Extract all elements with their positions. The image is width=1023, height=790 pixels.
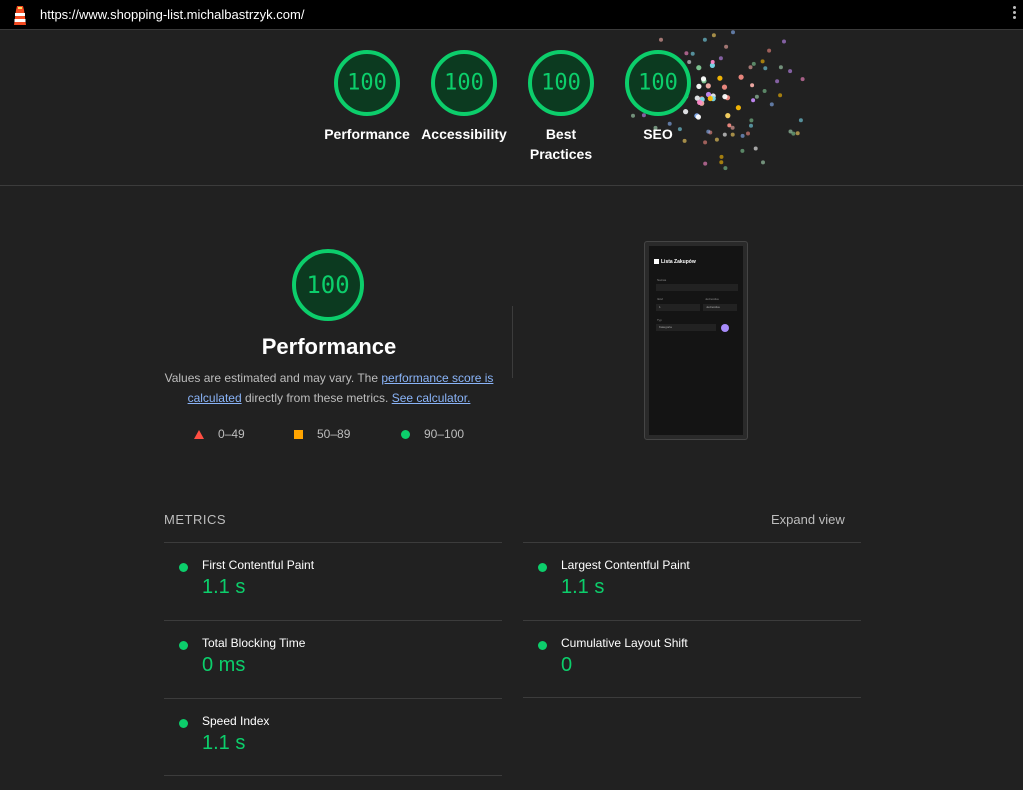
legend-average: 50–89 xyxy=(294,426,350,442)
confetti-dot xyxy=(659,37,663,42)
lighthouse-icon xyxy=(14,6,26,25)
metric-value: 0 xyxy=(561,654,573,676)
metric-name: Total Blocking Time xyxy=(202,636,306,650)
performance-title: Performance xyxy=(261,334,397,359)
metric-name: First Contentful Paint xyxy=(202,558,315,572)
screenshot-field: 1 xyxy=(656,304,700,311)
metric-divider xyxy=(164,620,502,621)
confetti-dot xyxy=(731,30,735,35)
gauge-best-practices[interactable]: 100 Best Practices xyxy=(511,50,611,164)
legend-fail: 0–49 xyxy=(194,426,245,442)
pass-icon xyxy=(179,563,188,572)
pass-icon xyxy=(179,719,188,728)
screenshot-label: Jednostka xyxy=(705,297,719,301)
desc-text: Values are estimated and may vary. The xyxy=(164,371,382,385)
pass-icon xyxy=(538,641,547,650)
metric-name: Largest Contentful Paint xyxy=(561,558,690,572)
add-icon xyxy=(721,324,729,332)
header-divider xyxy=(0,185,1023,186)
score-ring: 100 xyxy=(334,50,400,116)
score-value: 100 xyxy=(541,70,581,96)
browser-bar: https://www.shopping-list.michalbastrzyk… xyxy=(0,0,1023,30)
metric-divider xyxy=(523,697,861,698)
screenshot-label: Nazwa xyxy=(657,278,667,282)
calculator-link[interactable]: See calculator. xyxy=(392,391,471,405)
screenshot-field xyxy=(656,284,738,291)
screenshot-label: Ilość xyxy=(657,297,664,301)
pass-icon xyxy=(538,563,547,572)
legend-pass-label: 90–100 xyxy=(424,427,465,441)
score-ring: 100 xyxy=(625,50,691,116)
gauge-label: Performance xyxy=(324,126,410,142)
metric-divider xyxy=(523,620,861,621)
confetti-dot xyxy=(782,39,786,44)
metric-name: Speed Index xyxy=(202,714,270,728)
square-icon xyxy=(294,430,303,439)
metric-value: 0 ms xyxy=(202,654,246,676)
score-value: 100 xyxy=(444,70,484,96)
vertical-separator xyxy=(512,306,513,378)
screenshot-label: Typ xyxy=(657,318,662,322)
score-value: 100 xyxy=(638,70,678,96)
score-legend: 0–49 50–89 90–100 xyxy=(190,426,490,442)
metric-divider xyxy=(164,542,502,543)
score-ring: 100 xyxy=(431,50,497,116)
menu-icon[interactable] xyxy=(1011,6,1017,24)
screenshot-screen xyxy=(649,246,743,435)
metric-divider xyxy=(164,775,502,776)
screenshot-field: Kategoria xyxy=(656,324,716,331)
circle-icon xyxy=(401,430,410,439)
metric-value: 1.1 s xyxy=(202,732,246,754)
gauge-label: SEO xyxy=(643,126,673,142)
metric-divider xyxy=(523,542,861,543)
screenshot-field: Jednostka xyxy=(703,304,737,311)
screenshot-title: Lista Zakupów xyxy=(654,259,696,265)
metric-name: Cumulative Layout Shift xyxy=(561,636,688,650)
triangle-icon xyxy=(194,430,204,439)
metric-divider xyxy=(164,698,502,699)
final-screenshot[interactable]: Lista Zakupów Nazwa Ilość Jednostka 1 Je… xyxy=(644,241,748,440)
legend-average-label: 50–89 xyxy=(317,427,351,441)
confetti-dot xyxy=(724,44,729,49)
score-value: 100 xyxy=(347,70,387,96)
category-gauges: 100 Performance 100 Accessibility 100 Be… xyxy=(0,50,1023,180)
expand-view-button[interactable]: Expand view xyxy=(771,512,845,527)
screenshot-title-text: Lista Zakupów xyxy=(661,259,696,265)
gauge-label: Best Practices xyxy=(529,126,593,162)
pass-icon xyxy=(179,641,188,650)
confetti-dot xyxy=(702,37,707,42)
score-ring: 100 xyxy=(528,50,594,116)
metrics-heading: METRICS xyxy=(164,512,226,527)
gauge-accessibility[interactable]: 100 Accessibility xyxy=(414,50,514,144)
legend-fail-label: 0–49 xyxy=(218,427,245,441)
desc-text: directly from these metrics. xyxy=(241,391,392,405)
performance-description: Values are estimated and may vary. The p… xyxy=(164,368,494,408)
gauge-label: Accessibility xyxy=(421,126,507,142)
confetti-dot xyxy=(711,33,716,38)
performance-score: 100 xyxy=(306,271,350,299)
legend-pass: 90–100 xyxy=(401,426,464,442)
gauge-performance[interactable]: 100 Performance xyxy=(317,50,417,144)
gauge-seo[interactable]: 100 SEO xyxy=(608,50,708,144)
performance-score-ring: 100 xyxy=(292,249,364,321)
metric-value: 1.1 s xyxy=(561,576,605,598)
metric-value: 1.1 s xyxy=(202,576,246,598)
url-text[interactable]: https://www.shopping-list.michalbastrzyk… xyxy=(40,7,304,22)
